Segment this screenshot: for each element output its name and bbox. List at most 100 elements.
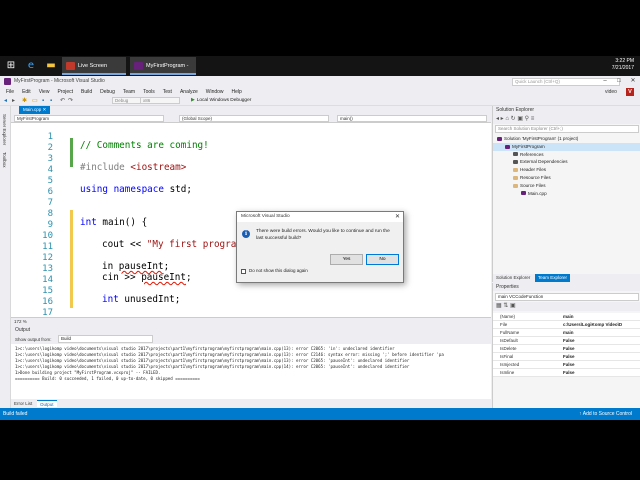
tree-item[interactable]: External Dependencies (493, 158, 640, 166)
no-button[interactable]: No (366, 254, 399, 265)
yes-button[interactable]: Yes (330, 254, 363, 265)
project-select[interactable]: MyFirstProgram (14, 115, 164, 122)
tab-team-explorer[interactable]: Team Explorer (535, 274, 571, 282)
property-row[interactable]: IsInline False (493, 369, 640, 377)
menu-item-build[interactable]: Build (81, 89, 92, 95)
tree-item[interactable]: Source Files (493, 182, 640, 190)
tab-error-list[interactable]: Error List (11, 400, 35, 407)
tab-output[interactable]: Output (37, 400, 57, 407)
edge-icon[interactable]: e (24, 59, 38, 73)
output-source-select[interactable]: Build (58, 335, 153, 343)
tree-item[interactable]: Header Files (493, 166, 640, 174)
server-explorer-tab[interactable]: Server Explorer (2, 114, 7, 145)
property-value: main (563, 314, 574, 319)
tree-node-icon (513, 175, 518, 180)
property-row[interactable]: FullName main (493, 329, 640, 337)
maximize-button[interactable]: □ (612, 76, 626, 87)
zoom-level[interactable]: 172 % (14, 319, 27, 324)
member-select[interactable]: main() (337, 115, 487, 122)
run-label: Local Windows Debugger (196, 98, 252, 103)
menu-item-debug[interactable]: Debug (100, 89, 115, 95)
avatar[interactable]: V (626, 88, 634, 96)
property-row[interactable]: IsInjected False (493, 361, 640, 369)
property-row[interactable]: File c:\Users\LogiKomp Video\D (493, 321, 640, 329)
clock-date: 7/21/2017 (611, 65, 634, 71)
user-name[interactable]: video (605, 89, 617, 95)
source-control-button[interactable]: ↑ Add to Source Control (579, 411, 632, 417)
tree-item[interactable]: Main.cpp (493, 190, 640, 198)
menu-item-project[interactable]: Project (57, 89, 73, 95)
menu-item-team[interactable]: Team (123, 89, 135, 95)
menu-item-tools[interactable]: Tools (143, 89, 155, 95)
property-value: False (563, 362, 575, 367)
code-line: cin >> pauseInt; (102, 272, 192, 283)
save-all-icon[interactable]: ▪ (50, 97, 52, 105)
solution-platform-select[interactable]: x86 (140, 97, 180, 104)
menu-bar: File Edit View Project Build Debug Team Tools Te… (0, 87, 640, 96)
line-number: 17 (42, 308, 53, 317)
property-row[interactable]: IsDefault False (493, 337, 640, 345)
tree-item[interactable]: Resource Files (493, 174, 640, 182)
do-not-show-label: Do not show this dialog again (249, 268, 308, 273)
tree-item-label: Resource Files (520, 174, 551, 180)
change-marker (70, 210, 73, 308)
line-number: 13 (42, 264, 53, 274)
property-row[interactable]: IsDelete False (493, 345, 640, 353)
properties-toolbar[interactable]: ▦ ⇅ ▣ (493, 302, 640, 311)
tree-item-label: Main.cpp (528, 190, 547, 196)
toolbox-tab[interactable]: Toolbox (2, 152, 7, 168)
undo-icon[interactable]: ↶ (60, 97, 65, 105)
tab-main-cpp[interactable]: Main.cpp ✕ (19, 106, 51, 114)
property-value: False (563, 346, 575, 351)
solution-explorer-toolbar[interactable]: ◂ ▸ ⌂ ↻ ▣ ⚲ ≡ (493, 114, 640, 124)
tree-item[interactable]: Solution 'MyFirstProgram' (1 project) (493, 135, 640, 143)
tree-item[interactable]: MyFirstProgram (493, 142, 640, 151)
property-name: IsDelete (500, 346, 517, 351)
visual-studio-logo-icon (4, 78, 11, 85)
line-number: 2 (47, 143, 53, 153)
dialog-message: There were build errors. Would you like … (256, 229, 390, 241)
output-text[interactable]: 1>c:\users\logikomp video\documents\visu… (11, 344, 491, 399)
menu-item-file[interactable]: File (6, 89, 14, 95)
taskbar-clock[interactable]: 3:22 PM 7/21/2017 (612, 58, 634, 72)
minimize-button[interactable]: – (598, 76, 612, 87)
scope-select[interactable]: (Global Scope) (179, 115, 329, 122)
menu-item-window[interactable]: Window (206, 89, 224, 95)
back-icon[interactable]: ◂ (4, 97, 7, 105)
tree-item[interactable]: References (493, 151, 640, 159)
do-not-show-checkbox[interactable] (241, 269, 246, 274)
new-project-icon[interactable]: ✱ (22, 97, 27, 105)
taskbar-app-visual-studio[interactable]: MyFirstProgram - M... (130, 57, 196, 87)
status-bar: Build failed ↑ Add to Source Control (0, 408, 640, 420)
close-icon[interactable]: ✕ (43, 107, 47, 112)
property-row[interactable]: IsFinal False (493, 353, 640, 361)
code-line: int unusedInt; (102, 294, 181, 305)
line-number: 14 (42, 275, 53, 285)
forward-icon[interactable]: ▸ (12, 97, 15, 105)
output-title: Output (15, 327, 31, 333)
menu-item-analyze[interactable]: Analyze (180, 89, 198, 95)
tree-node-icon (513, 152, 518, 157)
property-name: IsInline (500, 370, 515, 375)
code-line: using namespace std; (80, 184, 192, 195)
tab-solution-explorer[interactable]: Solution Explorer (493, 274, 533, 282)
menu-item-edit[interactable]: Edit (22, 89, 31, 95)
local-windows-debugger-button[interactable]: ▶ Local Windows Debugger (191, 97, 251, 105)
save-icon[interactable]: ▪ (42, 97, 44, 105)
menu-item-help[interactable]: Help (232, 89, 242, 95)
folder-icon[interactable]: ▬ (44, 59, 58, 73)
property-row[interactable]: (Name) main (493, 313, 640, 321)
open-file-icon[interactable]: ▭ (32, 97, 38, 105)
code-line: cout << "My first program (102, 239, 242, 250)
menu-item-view[interactable]: View (39, 89, 50, 95)
properties-object-select[interactable]: main VCCodeFunction (495, 293, 639, 301)
tree-item-label: MyFirstProgram (512, 143, 545, 149)
menu-item-test[interactable]: Test (163, 89, 172, 95)
close-window-button[interactable]: ✕ (626, 76, 640, 87)
windows-start-icon[interactable]: ⊞ (4, 59, 18, 73)
taskbar-app-live-capture[interactable]: Live Screen Capture (62, 57, 126, 87)
show-output-label: Show output from: (15, 337, 52, 342)
redo-icon[interactable]: ↷ (68, 97, 73, 105)
close-icon[interactable]: ✕ (395, 212, 400, 222)
solution-explorer-search-input[interactable]: Search Solution Explorer (Ctrl+;) (495, 125, 639, 133)
